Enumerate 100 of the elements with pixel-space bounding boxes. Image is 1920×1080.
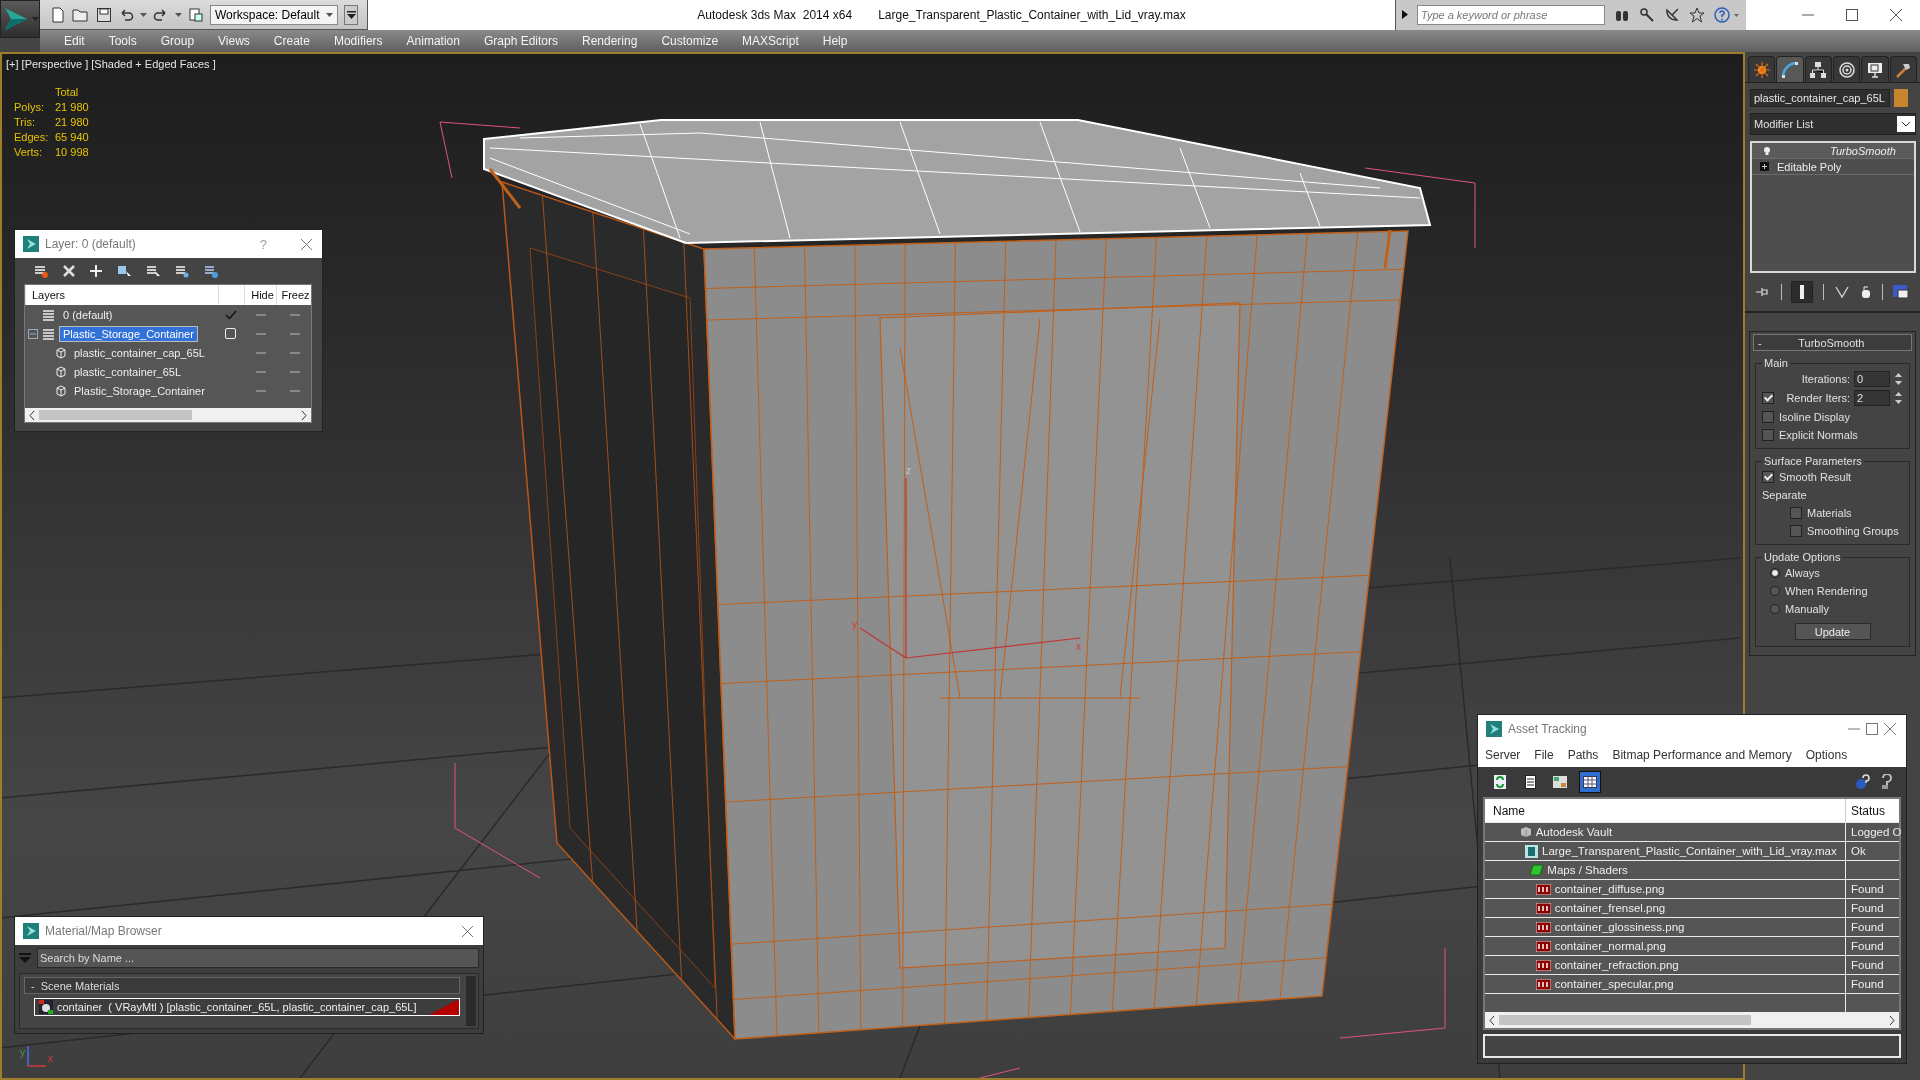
layer-settings-icon[interactable]: [203, 263, 219, 279]
search-field[interactable]: Type a keyword or phrase: [1417, 4, 1605, 25]
close-icon[interactable]: [1890, 9, 1902, 21]
asset-name[interactable]: container_normal.png: [1554, 940, 1666, 952]
horizontal-scrollbar[interactable]: [1485, 1012, 1899, 1028]
search-field[interactable]: Search by Name ...: [37, 948, 479, 968]
remove-modifier-icon[interactable]: [1859, 285, 1872, 299]
menu-item[interactable]: MAXScript: [730, 34, 811, 48]
column-header[interactable]: Name: [1485, 799, 1846, 822]
project-folder-icon[interactable]: [188, 6, 204, 23]
scroll-right-icon[interactable]: [1889, 1015, 1895, 1025]
expand-arrow-icon[interactable]: [1402, 10, 1408, 19]
maximize-icon[interactable]: [1866, 723, 1878, 735]
object-color-swatch[interactable]: [1894, 89, 1908, 107]
menu-item[interactable]: Bitmap Performance and Memory: [1612, 748, 1792, 762]
menu-item[interactable]: Help: [810, 34, 860, 48]
satellite-icon[interactable]: [1664, 6, 1680, 23]
layer-name[interactable]: Plastic_Storage_Container: [60, 326, 197, 341]
checkbox[interactable]: [1762, 470, 1774, 483]
menu-item[interactable]: Edit: [52, 34, 97, 48]
freeze-toggle[interactable]: [289, 389, 300, 392]
help-icon[interactable]: [1714, 6, 1740, 23]
select-layer-icon[interactable]: [145, 263, 161, 279]
hierarchy-tab[interactable]: [1804, 56, 1832, 82]
create-tab[interactable]: [1748, 56, 1776, 82]
menu-item[interactable]: Rendering: [570, 34, 650, 48]
update-button[interactable]: Update: [1794, 623, 1871, 640]
menu-item[interactable]: File: [1534, 748, 1554, 762]
scroll-left-icon[interactable]: [29, 410, 35, 420]
collapse-icon[interactable]: [28, 328, 38, 339]
menu-item[interactable]: Graph Editors: [471, 34, 570, 48]
radio-button[interactable]: [1770, 603, 1780, 614]
horizontal-scrollbar[interactable]: [25, 408, 311, 422]
asset-name[interactable]: container_specular.png: [1554, 978, 1674, 990]
asset-name[interactable]: container_frensel.png: [1554, 902, 1666, 914]
close-icon[interactable]: [462, 925, 473, 937]
menu-item[interactable]: Server: [1485, 748, 1521, 762]
freeze-toggle[interactable]: [289, 313, 300, 316]
menu-item[interactable]: Modifiers: [321, 34, 395, 48]
object-name-field[interactable]: plastic_container_cap_65L: [1750, 89, 1890, 107]
folder-icon[interactable]: [72, 6, 90, 23]
maximize-icon[interactable]: [1846, 9, 1858, 21]
menu-item[interactable]: Options: [1805, 748, 1848, 762]
toolbar-options-button[interactable]: [344, 4, 358, 25]
current-layer-checkbox[interactable]: [225, 328, 236, 339]
redo-icon[interactable]: [153, 6, 169, 23]
menu-item[interactable]: Customize: [649, 34, 731, 48]
save-icon[interactable]: [96, 6, 112, 23]
modify-tab[interactable]: [1776, 56, 1804, 82]
checkbox[interactable]: [1762, 410, 1774, 423]
column-header[interactable]: Layers: [25, 285, 218, 305]
display-tab[interactable]: [1861, 56, 1889, 82]
menu-item[interactable]: Animation: [394, 34, 472, 48]
caret-icon[interactable]: [175, 12, 182, 17]
lightbulb-icon[interactable]: [1762, 145, 1772, 156]
expand-icon[interactable]: [1760, 162, 1769, 171]
asset-name[interactable]: Maps / Shaders: [1547, 864, 1628, 876]
column-header[interactable]: Freez: [276, 285, 311, 305]
stack-item[interactable]: TurboSmooth: [1752, 143, 1914, 159]
delete-icon[interactable]: [62, 264, 76, 278]
object-name[interactable]: plastic_container_65L: [71, 364, 185, 379]
spinner-arrows-icon[interactable]: [1894, 371, 1903, 387]
close-icon[interactable]: [301, 238, 312, 250]
asset-name[interactable]: container_refraction.png: [1554, 959, 1679, 971]
layer-name[interactable]: 0 (default): [60, 307, 116, 322]
configure-sets-icon[interactable]: [1892, 284, 1910, 300]
freeze-toggle[interactable]: [289, 332, 300, 335]
freeze-toggle[interactable]: [289, 370, 300, 373]
visible-toggle[interactable]: [256, 370, 266, 373]
spinner-field[interactable]: 2: [1854, 390, 1890, 406]
freeze-toggle[interactable]: [289, 351, 300, 354]
star-icon[interactable]: [1689, 6, 1705, 23]
checkbox[interactable]: [1762, 428, 1774, 441]
menu-item[interactable]: Paths: [1567, 748, 1599, 762]
visible-toggle[interactable]: [256, 313, 266, 316]
table-view-button[interactable]: [1579, 771, 1601, 793]
checkbox[interactable]: [1790, 506, 1802, 519]
object-name[interactable]: Plastic_Storage_Container: [71, 383, 208, 398]
pin-icon[interactable]: [1755, 285, 1771, 299]
material-item[interactable]: container ( VRayMtl ) [plastic_container_65L, plastic_container_cap_65L]: [34, 998, 460, 1016]
spinner-arrows-icon[interactable]: [1894, 390, 1903, 406]
radio-button[interactable]: [1770, 585, 1780, 596]
group-header[interactable]: - Scene Materials: [24, 977, 460, 994]
vertical-scrollbar[interactable]: [466, 976, 476, 1026]
checkmark-icon[interactable]: [224, 309, 237, 320]
highlight-layer-icon[interactable]: [174, 263, 190, 279]
menu-item[interactable]: Views: [206, 34, 262, 48]
scroll-left-icon[interactable]: [1489, 1015, 1495, 1025]
visible-toggle[interactable]: [256, 389, 266, 392]
viewport-label[interactable]: [+] [Perspective ] [Shaded + Edged Faces ]: [6, 58, 216, 70]
checkbox[interactable]: [1790, 524, 1802, 537]
select-objects-icon[interactable]: [116, 263, 132, 279]
make-unique-icon[interactable]: [1833, 285, 1850, 299]
modifier-list-dropdown[interactable]: Modifier List: [1750, 113, 1916, 135]
close-icon[interactable]: [1884, 723, 1896, 735]
scrollbar-thumb[interactable]: [1499, 1015, 1751, 1025]
caret-icon[interactable]: [140, 12, 147, 17]
object-name[interactable]: plastic_container_cap_65L: [71, 345, 208, 360]
application-menu-button[interactable]: [0, 0, 40, 38]
add-icon[interactable]: [89, 264, 103, 278]
